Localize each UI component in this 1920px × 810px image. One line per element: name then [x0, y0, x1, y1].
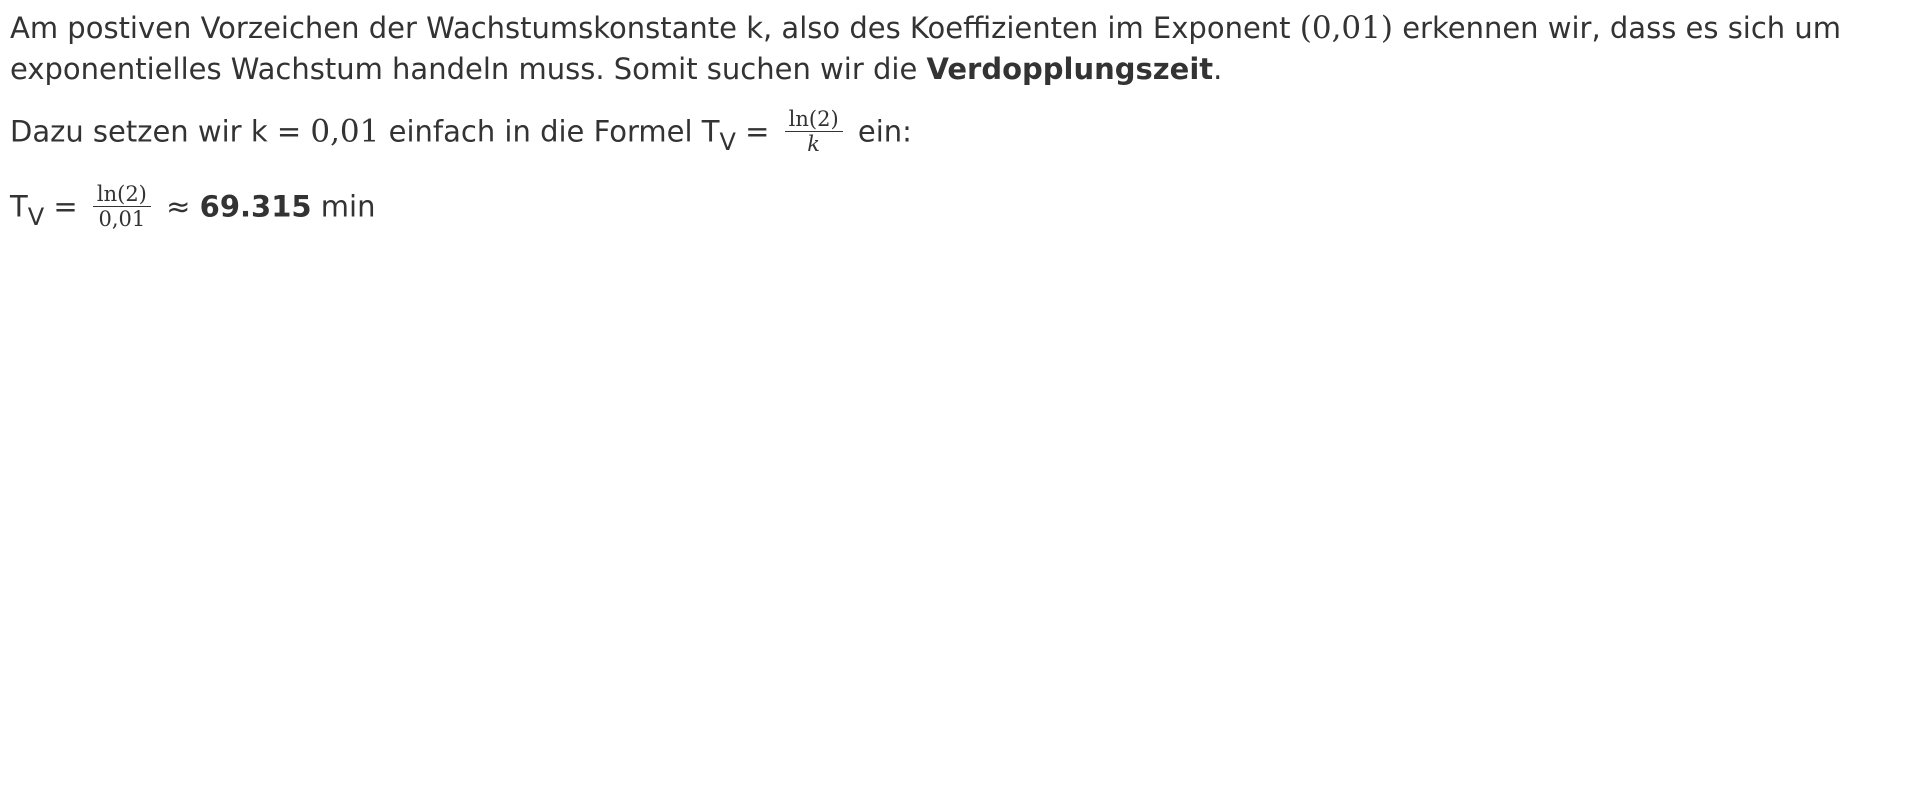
text-segment: Am postiven Vorzeichen der Wachstumskons…: [10, 11, 1300, 45]
text-segment: .: [1213, 52, 1223, 86]
fraction-denominator: 0,01: [98, 207, 146, 231]
fraction-numerator: ln(2): [92, 182, 151, 207]
symbol-t: T: [10, 189, 28, 224]
fraction-denominator: k: [807, 132, 821, 156]
result-fraction: ln(2) 0,01: [92, 182, 151, 231]
unit-label: min: [311, 189, 376, 224]
equals-sign: =: [44, 189, 87, 224]
text-segment: ein:: [848, 114, 912, 149]
k-value-math: 0,01: [310, 113, 380, 150]
subscript-v: V: [719, 127, 736, 156]
fraction-numerator: ln(2): [784, 107, 843, 132]
approx-sign: ≈: [156, 189, 200, 224]
bold-term-verdopplungszeit: Verdopplungszeit: [926, 52, 1214, 86]
coefficient-math: (0,01): [1299, 10, 1393, 46]
text-segment: einfach in die Formel T: [379, 114, 720, 149]
text-segment: Dazu setzen wir k =: [10, 114, 311, 149]
result-value: 69.315: [199, 189, 312, 224]
equals-sign: =: [735, 114, 779, 149]
subscript-v: V: [27, 202, 45, 231]
content-area: Am postiven Vorzeichen der Wachstumskons…: [10, 8, 1890, 233]
paragraph-growth-explanation: Am postiven Vorzeichen der Wachstumskons…: [10, 8, 1890, 90]
paragraph-result: TV = ln(2) 0,01 ≈ 69.315 min: [10, 182, 1890, 233]
formula-fraction: ln(2) k: [784, 107, 843, 156]
paragraph-formula-intro: Dazu setzen wir k = 0,01 einfach in die …: [10, 107, 1890, 158]
